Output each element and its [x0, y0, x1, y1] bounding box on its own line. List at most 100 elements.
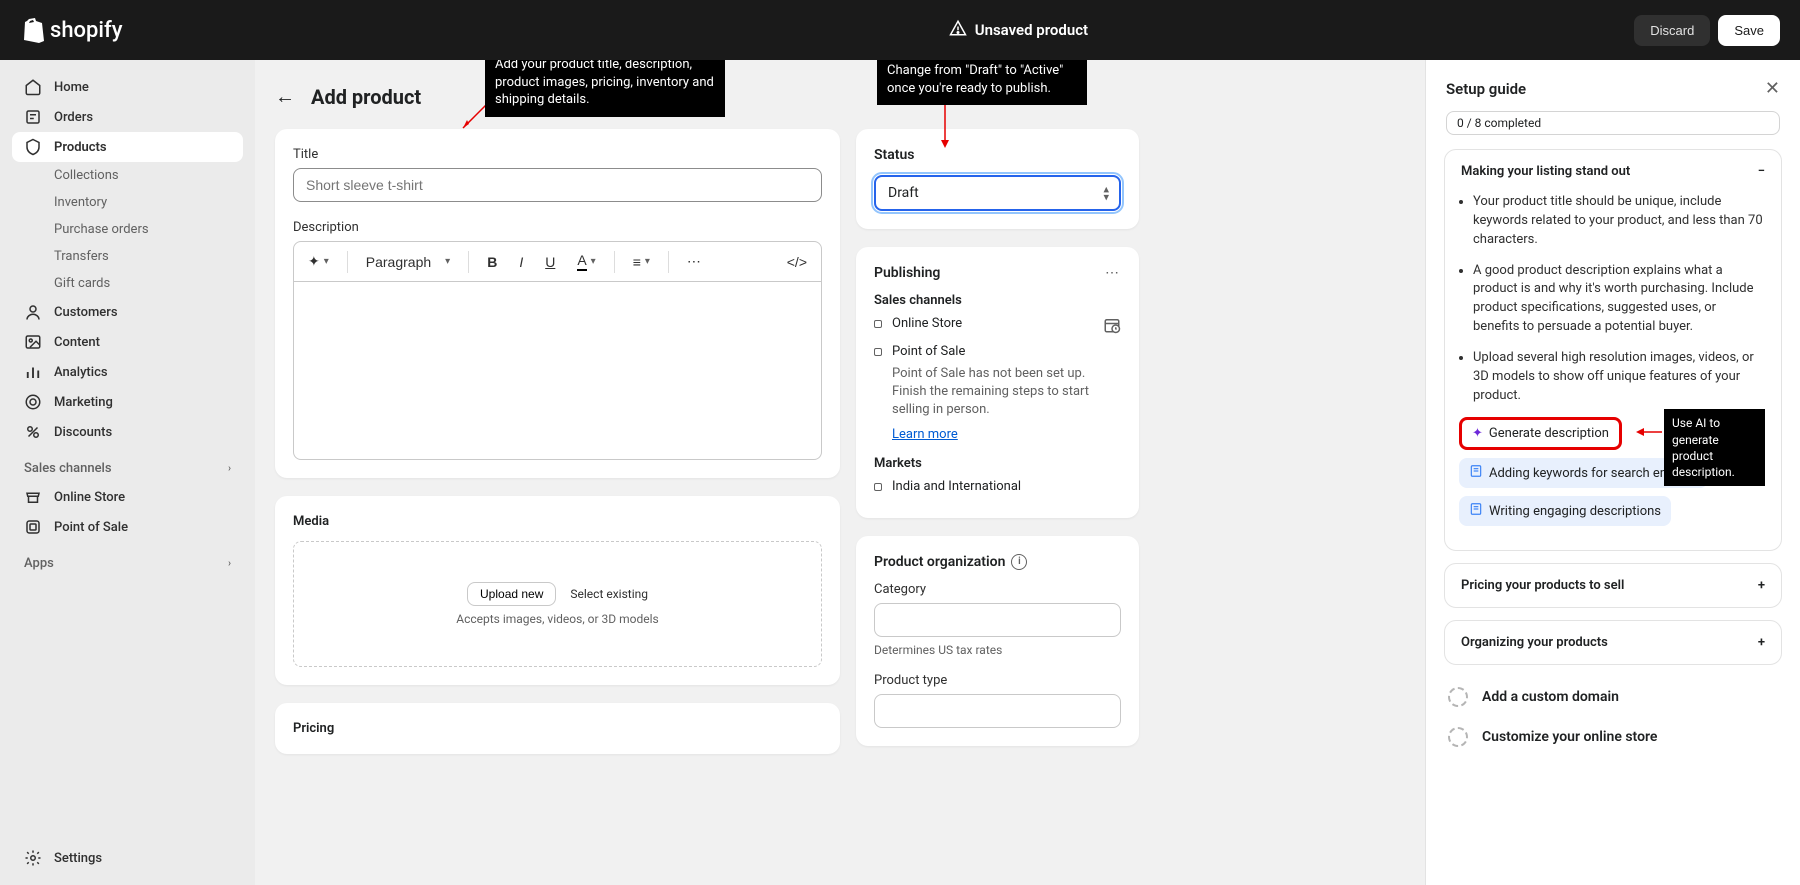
align-button[interactable]: ≡ ▾	[629, 250, 654, 274]
setup-section-listing-toggle[interactable]: Making your listing stand out −	[1445, 150, 1781, 193]
title-label: Title	[293, 147, 822, 162]
code-view-button[interactable]: </>	[783, 250, 811, 274]
pub-online-store: Online Store	[874, 316, 1121, 338]
nav-collections[interactable]: Collections	[12, 162, 243, 189]
home-icon	[24, 78, 42, 96]
progress-badge: 0 / 8 completed	[1446, 111, 1780, 135]
nav-transfers[interactable]: Transfers	[12, 243, 243, 270]
description-label: Description	[293, 220, 822, 235]
nav-home[interactable]: Home	[12, 72, 243, 102]
publishing-title: Publishing	[874, 265, 940, 281]
publishing-more-button[interactable]: ⋯	[1105, 265, 1121, 281]
nav-settings[interactable]: Settings	[12, 843, 243, 873]
paragraph-dropdown[interactable]: Paragraph ▾	[362, 250, 454, 274]
book-icon	[1469, 464, 1483, 482]
chevron-right-icon: ›	[228, 463, 231, 474]
todo-custom-domain[interactable]: Add a custom domain	[1444, 677, 1782, 717]
minus-icon: −	[1758, 164, 1765, 179]
book-icon	[1469, 502, 1483, 520]
rte-toolbar: ✦ ▾ Paragraph ▾ B I U A ▾ ≡ ▾ ⋯ </>	[293, 241, 822, 282]
products-icon	[24, 138, 42, 156]
nav-content[interactable]: Content	[12, 327, 243, 357]
sales-channels-header[interactable]: Sales channels ›	[12, 447, 243, 482]
unsaved-indicator: Unsaved product	[949, 19, 1088, 41]
market-row: India and International	[874, 479, 1121, 494]
organization-title: Product organization i	[874, 554, 1121, 570]
underline-button[interactable]: U	[541, 250, 559, 274]
close-icon[interactable]: ✕	[1765, 78, 1780, 99]
category-input[interactable]	[874, 603, 1121, 637]
nav-purchase-orders[interactable]: Purchase orders	[12, 216, 243, 243]
nav-pos[interactable]: Point of Sale	[12, 512, 243, 542]
annotation-title-desc: Add your product title, description, pro…	[485, 60, 725, 117]
setup-guide-panel: Setup guide ✕ 0 / 8 completed Making you…	[1425, 60, 1800, 885]
tip-item: Your product title should be unique, inc…	[1473, 193, 1765, 250]
nav-customers[interactable]: Customers	[12, 297, 243, 327]
annotation-ai: Use AI to generate product description.	[1664, 409, 1765, 486]
nav-gift-cards[interactable]: Gift cards	[12, 270, 243, 297]
markets-label: Markets	[874, 456, 1121, 471]
marketing-icon	[24, 393, 42, 411]
shopify-logo: shopify	[20, 16, 123, 44]
back-arrow[interactable]: ←	[275, 84, 295, 109]
publishing-card: Publishing ⋯ Sales channels Online Store…	[856, 247, 1139, 518]
tip-item: Upload several high resolution images, v…	[1473, 349, 1765, 406]
nav-products[interactable]: Products	[12, 132, 243, 162]
page-title: Add product	[311, 85, 421, 109]
topbar: shopify Unsaved product Discard Save	[0, 0, 1800, 60]
writing-chip[interactable]: Writing engaging descriptions	[1459, 496, 1671, 526]
select-existing-link[interactable]: Select existing	[570, 587, 648, 601]
warning-icon	[949, 19, 967, 41]
discard-button[interactable]: Discard	[1634, 15, 1710, 46]
discounts-icon	[24, 423, 42, 441]
media-dropzone[interactable]: Upload new Select existing Accepts image…	[293, 541, 822, 667]
plus-icon: +	[1758, 578, 1765, 593]
todo-circle-icon	[1448, 727, 1468, 747]
store-icon	[24, 488, 42, 506]
media-card: Media Upload new Select existing Accepts…	[275, 496, 840, 685]
upload-new-button[interactable]: Upload new	[467, 582, 556, 606]
todo-customize-store[interactable]: Customize your online store	[1444, 717, 1782, 757]
customers-icon	[24, 303, 42, 321]
media-title: Media	[293, 514, 822, 529]
pos-note: Point of Sale has not been set up. Finis…	[874, 365, 1121, 420]
product-type-input[interactable]	[874, 694, 1121, 728]
italic-button[interactable]: I	[515, 250, 527, 274]
setup-section-pricing-toggle[interactable]: Pricing your products to sell +	[1445, 564, 1781, 607]
annotation-status: Change from "Draft" to "Active" once you…	[877, 60, 1087, 105]
gear-icon	[24, 849, 42, 867]
nav-orders[interactable]: Orders	[12, 102, 243, 132]
nav-inventory[interactable]: Inventory	[12, 189, 243, 216]
ai-sparkle-button[interactable]: ✦ ▾	[304, 249, 333, 274]
text-color-button[interactable]: A ▾	[573, 248, 599, 275]
sidebar: Home Orders Products Collections Invento…	[0, 60, 255, 885]
content-icon	[24, 333, 42, 351]
chevron-right-icon: ›	[228, 558, 231, 569]
status-title: Status	[874, 147, 1121, 163]
status-card: Status Draft ▴▾	[856, 129, 1139, 229]
media-hint: Accepts images, videos, or 3D models	[456, 612, 659, 626]
nav-marketing[interactable]: Marketing	[12, 387, 243, 417]
plus-icon: +	[1758, 635, 1765, 650]
title-input[interactable]	[293, 168, 822, 202]
setup-section-organizing-toggle[interactable]: Organizing your products +	[1445, 621, 1781, 664]
status-select[interactable]: Draft	[874, 175, 1121, 211]
nav-discounts[interactable]: Discounts	[12, 417, 243, 447]
bold-button[interactable]: B	[483, 250, 501, 274]
setup-title: Setup guide	[1446, 80, 1526, 98]
setup-section-listing: Making your listing stand out − Your pro…	[1444, 149, 1782, 551]
learn-more-link[interactable]: Learn more	[892, 427, 958, 442]
organization-card: Product organization i Category Determin…	[856, 536, 1139, 746]
calendar-icon[interactable]	[1103, 316, 1121, 338]
save-button[interactable]: Save	[1718, 15, 1780, 46]
nav-online-store[interactable]: Online Store	[12, 482, 243, 512]
generate-description-chip[interactable]: ✦ Generate description	[1459, 417, 1622, 450]
more-formatting-button[interactable]: ⋯	[683, 249, 705, 274]
apps-header[interactable]: Apps ›	[12, 542, 243, 577]
info-icon[interactable]: i	[1011, 554, 1027, 570]
nav-analytics[interactable]: Analytics	[12, 357, 243, 387]
pricing-card: Pricing	[275, 703, 840, 754]
pos-icon	[24, 518, 42, 536]
description-editor[interactable]	[293, 282, 822, 460]
red-arrow-icon	[1634, 425, 1664, 439]
